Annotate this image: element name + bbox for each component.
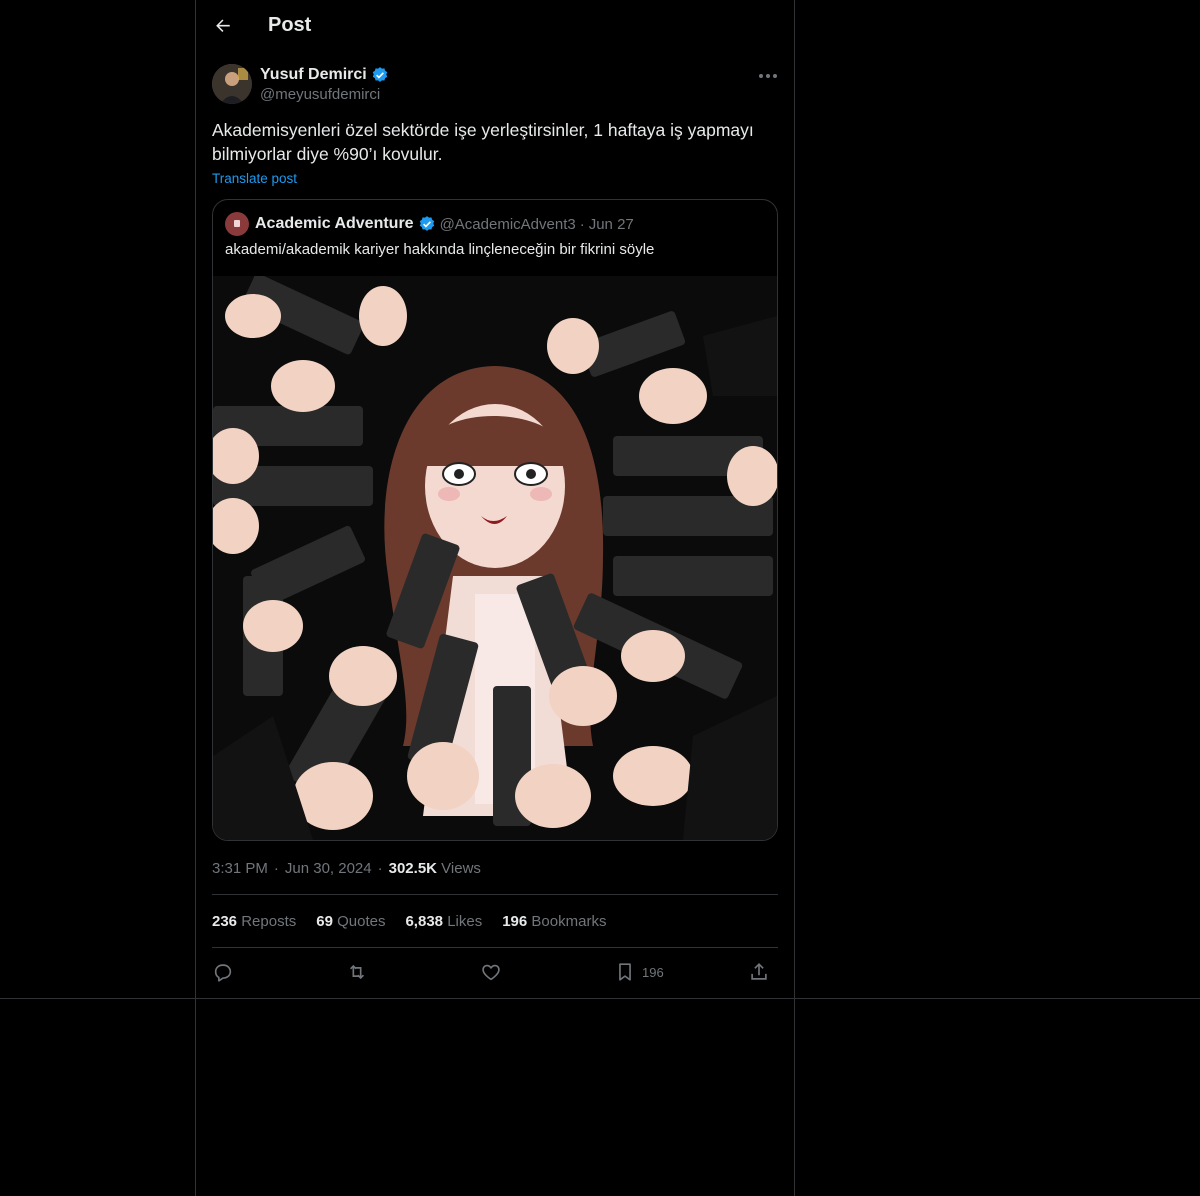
views-label: Views [441,859,481,877]
verified-badge-icon [419,216,434,231]
repost-icon [349,964,365,980]
reposts-label: Reposts [241,912,297,930]
bookmarks-count: 196 [502,912,528,930]
illustration-image [213,273,777,840]
bookmark-count: 196 [642,964,664,980]
quoted-post-header: Academic Adventure @AcademicAdvent3 · Ju… [225,212,634,236]
bookmark-icon [619,963,631,981]
post-date[interactable]: Jun 30, 2024 [285,860,372,877]
action-bar: 196 [212,958,778,986]
post-time[interactable]: 3:31 PM [212,860,268,877]
section-divider [0,998,1200,999]
divider [212,894,778,895]
separator-dot: · [377,859,383,877]
verified-badge-icon[interactable] [371,66,389,84]
arrow-left-icon [216,19,230,32]
author-info: Yusuf Demirci @meyusufdemirci [260,64,389,103]
likes-label: Likes [447,912,483,930]
likes-count: 6,838 [405,912,444,930]
quoted-author-handle: @AcademicAdvent3 [439,215,576,233]
separator-dot: · [273,859,279,877]
share-button[interactable] [748,960,770,984]
reply-icon [214,964,232,982]
quoted-post-image[interactable] [213,273,777,840]
translate-post-link[interactable]: Translate post [212,171,297,186]
page-title: Post [268,14,312,36]
post-stats: 236 Reposts 69 Quotes 6,838 Likes 196 Bo… [212,911,606,931]
more-dots-icon [759,74,777,78]
avatar-photo [212,64,252,104]
like-button[interactable] [480,960,502,984]
author-name[interactable]: Yusuf Demirci [260,66,367,84]
share-icon [751,963,767,980]
quoted-post-text: akademi/akademik kariyer hakkında linçle… [225,241,655,258]
reposts-count: 236 [212,912,238,930]
post-meta: 3:31 PM · Jun 30, 2024 · 302.5K Views [212,858,481,878]
divider [212,947,778,948]
bookmarks-stat[interactable]: 196 Bookmarks [502,913,606,930]
quoted-author-avatar[interactable] [225,212,249,236]
quoted-author-name[interactable]: Academic Adventure [255,215,414,233]
back-button[interactable] [212,14,236,38]
reply-button[interactable] [212,960,234,984]
likes-stat[interactable]: 6,838 Likes [405,913,482,930]
author-handle[interactable]: @meyusufdemirci [260,86,389,103]
repost-button[interactable] [346,960,368,984]
quoted-post-date: Jun 27 [588,215,634,233]
post-text: Akademisyenleri özel sektörde işe yerleş… [212,120,754,164]
bookmark-button[interactable]: 196 [614,960,664,984]
heart-icon [482,964,500,981]
reposts-stat[interactable]: 236 Reposts [212,913,296,930]
quotes-count: 69 [316,912,333,930]
more-options-button[interactable] [756,66,780,86]
quoted-post[interactable]: Academic Adventure @AcademicAdvent3 · Ju… [212,199,778,841]
page-header: Post [196,0,794,53]
quotes-label: Quotes [337,912,386,930]
bookmarks-label: Bookmarks [531,912,607,930]
separator-dot: · [579,215,585,233]
author-avatar[interactable] [212,64,252,104]
views-count: 302.5K [388,859,437,877]
quotes-stat[interactable]: 69 Quotes [316,913,385,930]
main-column: Post Yusuf Demirci @meyusufdemirci Akade… [195,0,795,1196]
